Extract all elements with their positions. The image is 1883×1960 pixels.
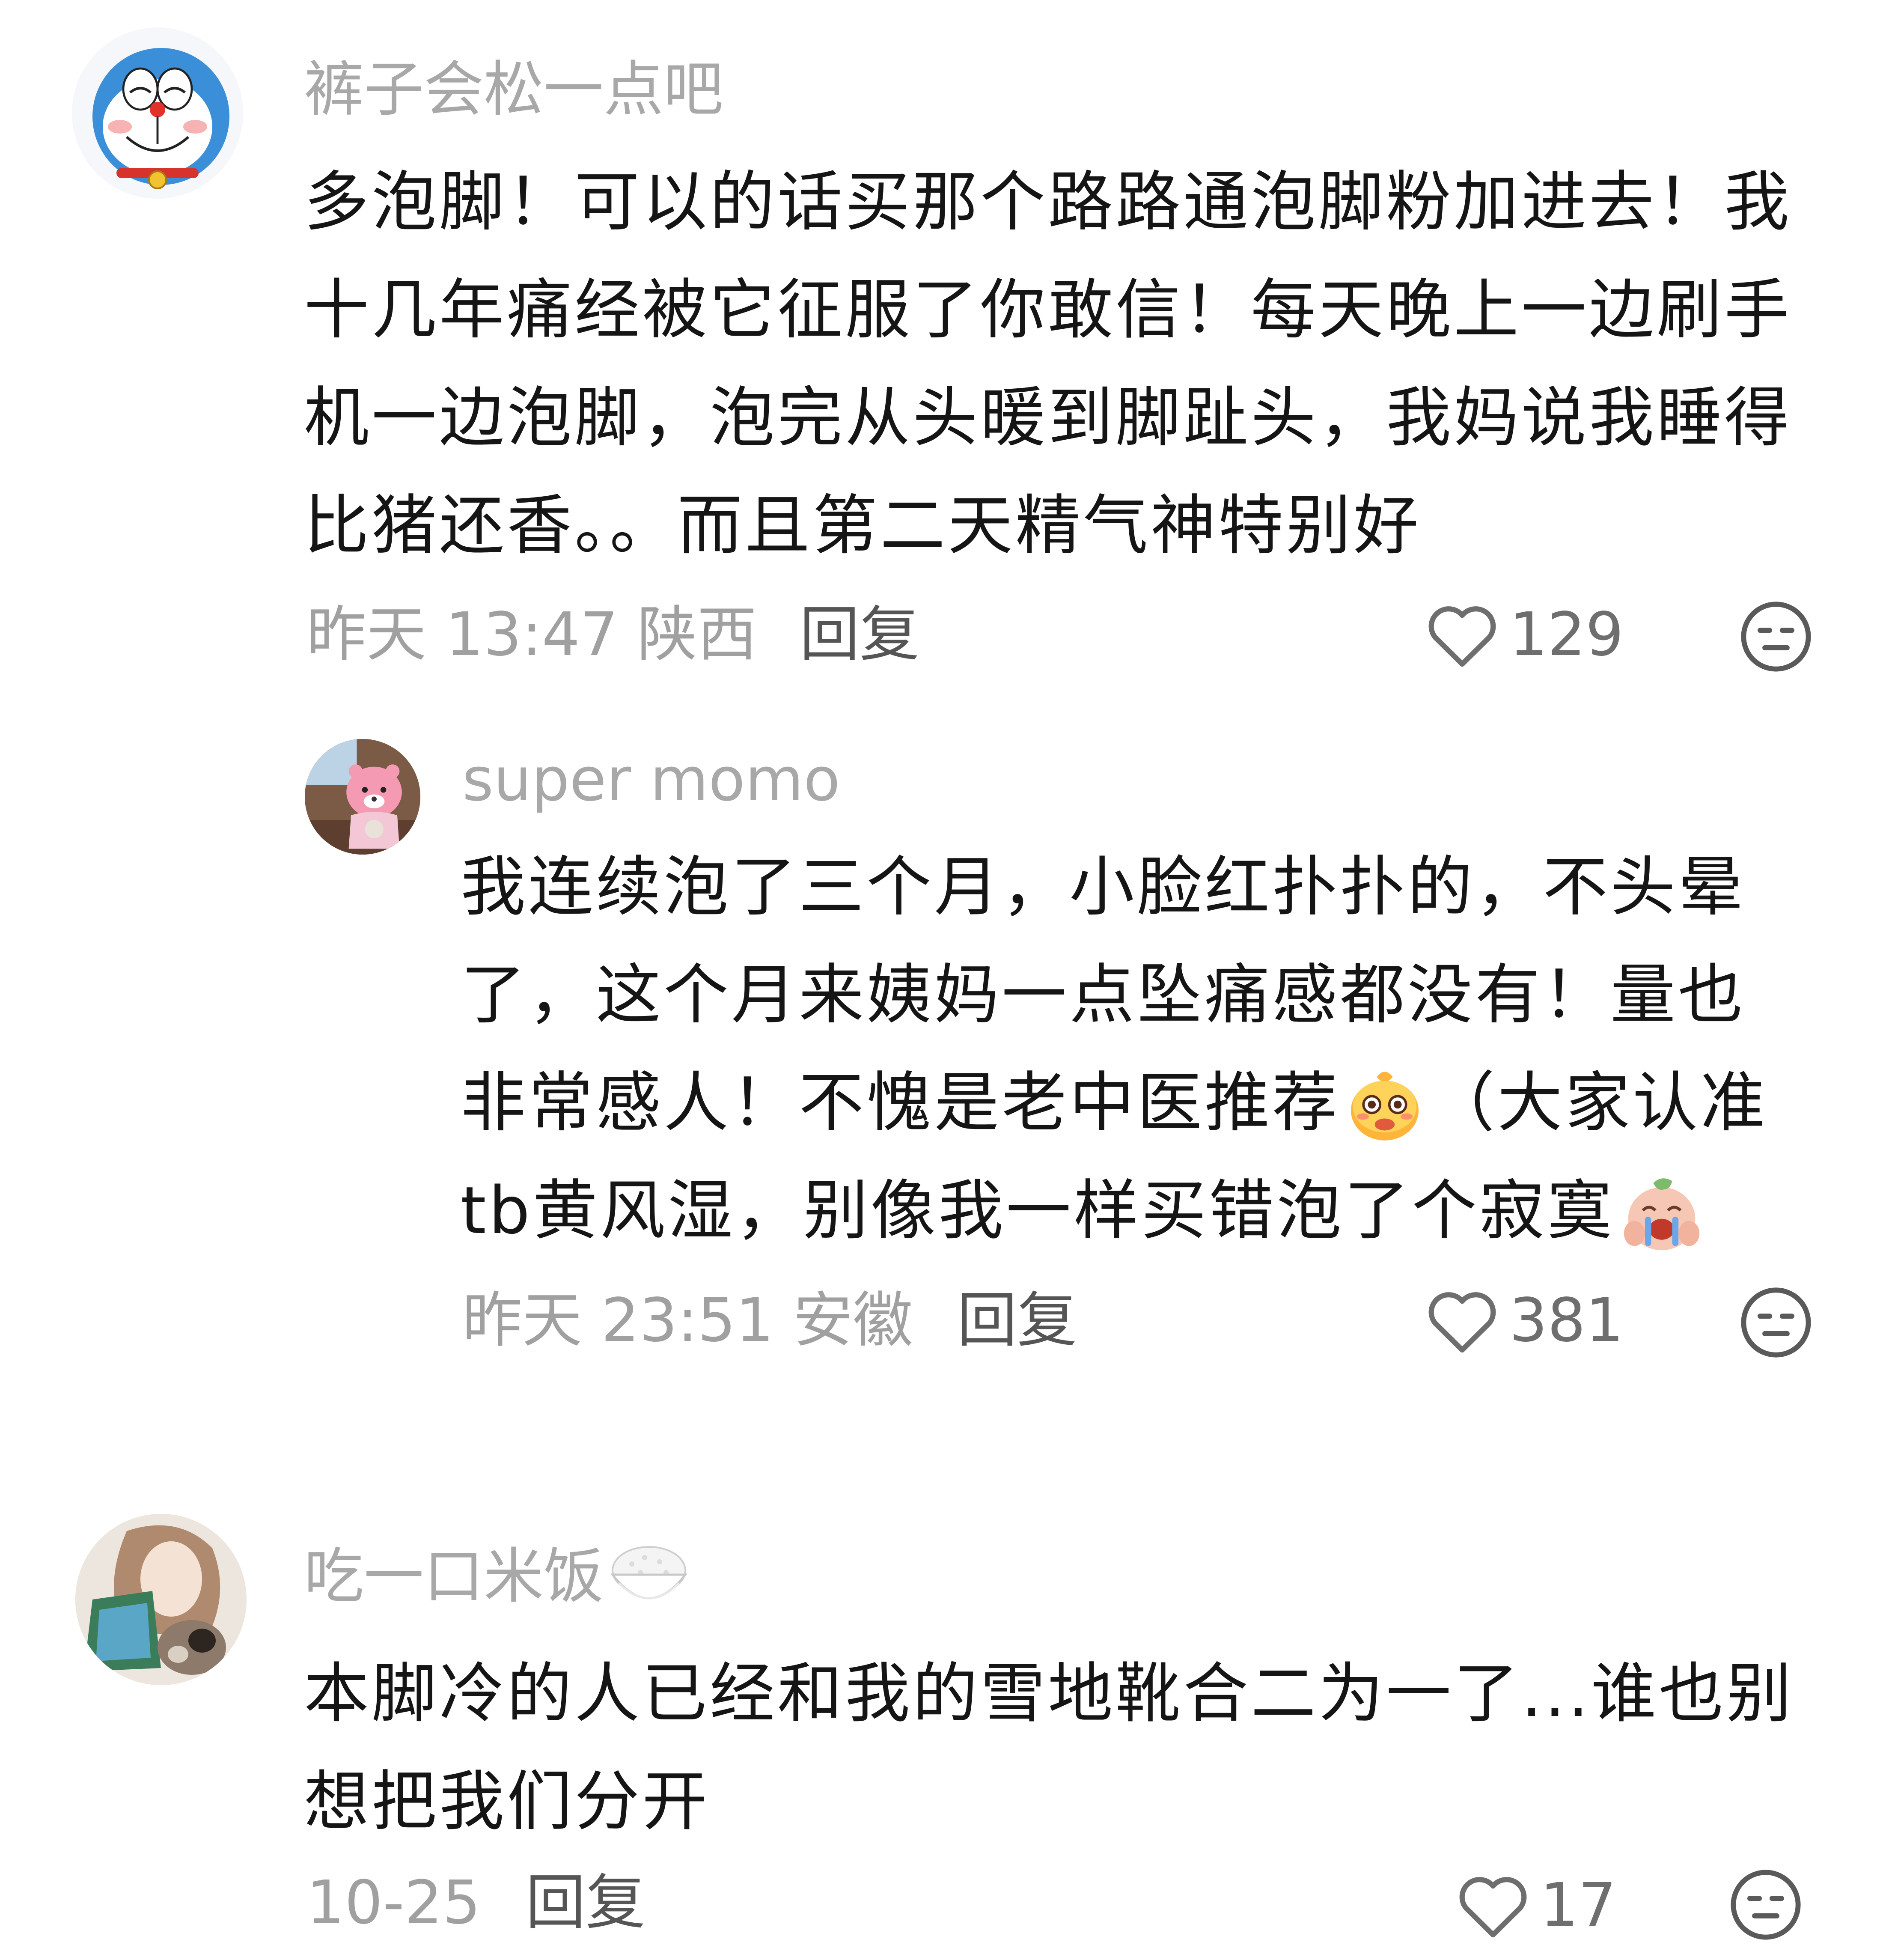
avatar[interactable] <box>72 27 243 199</box>
reply-meta: 昨天 23:51 安徽 <box>462 1286 913 1355</box>
like-button[interactable]: 129 <box>1425 599 1624 671</box>
like-count: 17 <box>1540 1871 1617 1940</box>
like-count: 129 <box>1509 600 1624 670</box>
like-button[interactable]: 17 <box>1456 1869 1616 1942</box>
username[interactable]: 吃一口米饭 <box>304 1536 692 1617</box>
rice-bowl-emoji-icon <box>610 1546 688 1600</box>
reply-text: 我连续泡了三个月，小脸红扑扑的，不头晕 了，这个月来姨妈一点坠痛感都没有！量也 … <box>461 833 1852 1265</box>
proud-face-emoji-icon <box>1351 1071 1419 1141</box>
dislike-face-icon[interactable] <box>1728 1867 1804 1943</box>
like-count: 381 <box>1509 1286 1624 1355</box>
reply-button[interactable]: 回复 <box>800 599 919 671</box>
avatar[interactable] <box>75 1514 247 1685</box>
heart-icon <box>1428 606 1496 667</box>
comment-meta: 10-25 <box>306 1868 481 1938</box>
avatar[interactable] <box>305 739 420 855</box>
dislike-face-icon[interactable] <box>1738 1284 1814 1361</box>
username-text: 吃一口米饭 <box>304 1542 604 1611</box>
crying-face-emoji-icon <box>1624 1178 1700 1250</box>
heart-icon <box>1428 1292 1496 1353</box>
doraemon-avatar-icon <box>72 27 243 199</box>
username[interactable]: super momo <box>462 742 840 819</box>
heart-icon <box>1459 1877 1527 1938</box>
comment-meta: 昨天 13:47 陕西 <box>306 600 757 670</box>
reply-item: super momo 我连续泡了三个月，小脸红扑扑的，不头晕 了，这个月来姨妈一… <box>0 728 1883 1396</box>
username[interactable]: 裤子会松一点吧 <box>304 51 723 128</box>
comment-text: 多泡脚！可以的话买那个路路通泡脚粉加进去！我 十几年痛经被它征服了你敢信！每天晚… <box>304 164 1792 563</box>
like-button[interactable]: 381 <box>1425 1284 1624 1357</box>
girl-with-cat-avatar-icon <box>75 1514 247 1685</box>
pink-beaver-avatar-icon <box>305 739 420 855</box>
comment-item: 裤子会松一点吧 多泡脚！可以的话买那个路路通泡脚粉加进去！我 十几年痛经被它征服… <box>0 0 1883 728</box>
reply-button[interactable]: 回复 <box>957 1284 1077 1357</box>
dislike-face-icon[interactable] <box>1738 599 1814 675</box>
comment-item: 吃一口米饭 本脚冷的人已经和我的雪地靴合二为一了...谁也别 想把我们分开 10… <box>0 1456 1883 1960</box>
reply-button[interactable]: 回复 <box>526 1867 646 1939</box>
comment-text: 本脚冷的人已经和我的雪地靴合二为一了...谁也别 想把我们分开 <box>304 1656 1794 1839</box>
